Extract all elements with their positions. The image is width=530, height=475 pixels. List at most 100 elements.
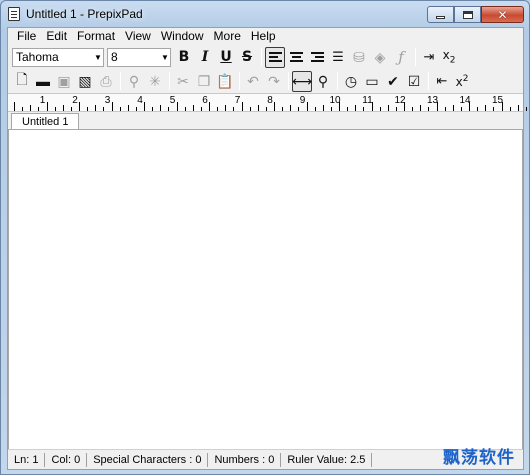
close-button[interactable]: ✕ — [481, 6, 524, 23]
ruler-tick — [460, 107, 462, 111]
italic-button[interactable]: I — [195, 47, 215, 68]
superscript-button[interactable]: x2 — [453, 71, 471, 92]
datetime-button[interactable]: ◷ — [341, 71, 361, 92]
ruler-number: 15 — [491, 95, 504, 106]
bullet-list-icon: ☰ — [332, 49, 344, 64]
save-button[interactable]: ▣ — [54, 71, 74, 92]
ruler-tick — [363, 107, 365, 111]
close-icon: ✕ — [497, 7, 508, 22]
ruler-tick — [233, 107, 235, 111]
ruler-tick — [14, 102, 15, 111]
document-x-icon: ▧ — [78, 72, 92, 89]
ruler-tick — [306, 102, 308, 111]
checkbox-button[interactable]: ☑ — [404, 71, 424, 92]
find-button[interactable]: ⚲ — [124, 71, 144, 92]
fullscreen-button[interactable]: ▭ — [362, 71, 382, 92]
status-column: Col: 0 — [45, 452, 88, 467]
ruler-tick — [330, 107, 332, 111]
ruler-number: 3 — [104, 95, 111, 106]
ruler-tick — [395, 107, 397, 111]
subscript-button[interactable]: x2 — [440, 47, 458, 68]
maximize-button[interactable] — [454, 6, 481, 23]
window-title: Untitled 1 - PrepixPad — [26, 7, 143, 21]
strikethrough-button[interactable]: S — [237, 47, 257, 68]
underline-button[interactable]: U — [216, 47, 236, 68]
ruler-number: 8 — [267, 95, 273, 106]
chevron-down-icon[interactable]: ▼ — [93, 53, 103, 62]
underline-icon: U — [220, 49, 232, 65]
font-name-select[interactable]: Tahoma ▼ — [12, 47, 104, 67]
open-button[interactable]: ▬ — [33, 71, 53, 92]
paste-button[interactable]: 📋 — [215, 71, 235, 92]
align-left-button[interactable] — [265, 46, 285, 68]
scissors-icon: ✂ — [177, 72, 189, 89]
indent-button[interactable]: ⇥ — [419, 47, 439, 68]
toolbar-separator — [120, 72, 121, 90]
title-bar[interactable]: Untitled 1 - PrepixPad ✕ — [1, 1, 529, 27]
font-size-select[interactable]: 8 ▼ — [107, 47, 171, 67]
redo-button[interactable]: ↷ — [264, 71, 284, 92]
align-center-icon — [289, 52, 303, 62]
menu-file[interactable]: File — [12, 28, 41, 45]
ruler-tick — [249, 107, 251, 111]
cube-button[interactable]: ◈ — [370, 47, 390, 68]
menu-format[interactable]: Format — [72, 28, 120, 45]
ruler-tick — [160, 105, 162, 111]
replace-button[interactable]: ✳ — [145, 71, 165, 92]
chevron-down-icon[interactable]: ▼ — [160, 53, 170, 62]
new-button[interactable]: 🗋 — [12, 71, 32, 92]
minimize-button[interactable] — [427, 6, 454, 23]
ruler-tick — [22, 107, 24, 111]
strikethrough-icon: S — [241, 49, 253, 65]
export-button[interactable]: ▧ — [75, 71, 95, 92]
format-toolbar: Tahoma ▼ 8 ▼ B I U S ☰ ⛁ ◈ ƒ ⇥ x2 — [8, 45, 523, 69]
ruler-tick — [387, 105, 389, 111]
new-file-icon: 🗋 — [16, 71, 28, 87]
ruler-tick — [412, 107, 414, 111]
function-icon: ƒ — [398, 48, 404, 66]
function-button[interactable]: ƒ — [391, 47, 411, 68]
ruler-tick — [290, 105, 292, 111]
ruler-tick — [46, 102, 48, 111]
outdent-button[interactable]: ⇤ — [432, 71, 452, 92]
copy-button[interactable]: ❐ — [194, 71, 214, 92]
undo-button[interactable]: ↶ — [243, 71, 263, 92]
font-size-value: 8 — [111, 50, 118, 64]
cut-button[interactable]: ✂ — [173, 71, 193, 92]
clock-icon: ◷ — [344, 72, 358, 89]
ruler-tick — [119, 107, 121, 111]
ruler-tick — [184, 107, 186, 111]
menu-window[interactable]: Window — [156, 28, 209, 45]
menu-help[interactable]: Help — [246, 28, 281, 45]
text-editor[interactable] — [8, 129, 523, 450]
ruler-tick — [217, 107, 219, 111]
ruler-tick — [355, 105, 357, 111]
align-center-button[interactable] — [286, 47, 306, 68]
ruler-tick — [152, 107, 154, 111]
menu-view[interactable]: View — [120, 28, 156, 45]
ruler-number: 7 — [234, 95, 241, 106]
spellcheck-button[interactable]: ✔ — [383, 71, 403, 92]
insert-object-button[interactable]: ⛁ — [349, 47, 369, 68]
menu-more[interactable]: More — [209, 28, 246, 45]
align-right-button[interactable] — [307, 47, 327, 68]
ruler-tick — [347, 107, 349, 111]
notepad-icon[interactable] — [8, 7, 20, 21]
menu-edit[interactable]: Edit — [41, 28, 72, 45]
print-button[interactable]: ⎙ — [96, 71, 116, 92]
bold-button[interactable]: B — [174, 47, 194, 68]
ruler-tick — [95, 105, 97, 111]
word-wrap-button[interactable]: ⟷ — [292, 70, 312, 92]
bullet-list-button[interactable]: ☰ — [328, 47, 348, 68]
ruler-tick — [87, 107, 89, 111]
ruler-number: 1 — [39, 95, 46, 106]
subscript-icon: x2 — [442, 48, 456, 66]
clipboard-icon: 📋 — [216, 72, 234, 89]
ruler[interactable]: 1 2 3 4 5 6 7 8 9 10 11 12 13 14 15 — [8, 93, 527, 112]
goto-button[interactable]: ⚲ — [313, 71, 333, 92]
ruler-tick — [428, 107, 430, 111]
watermark-logo: 飘荡软件 — [443, 448, 515, 468]
toolbar-separator — [415, 48, 416, 66]
client-area: File Edit Format View Window More Help T… — [7, 27, 527, 470]
bold-icon: B — [178, 49, 190, 65]
